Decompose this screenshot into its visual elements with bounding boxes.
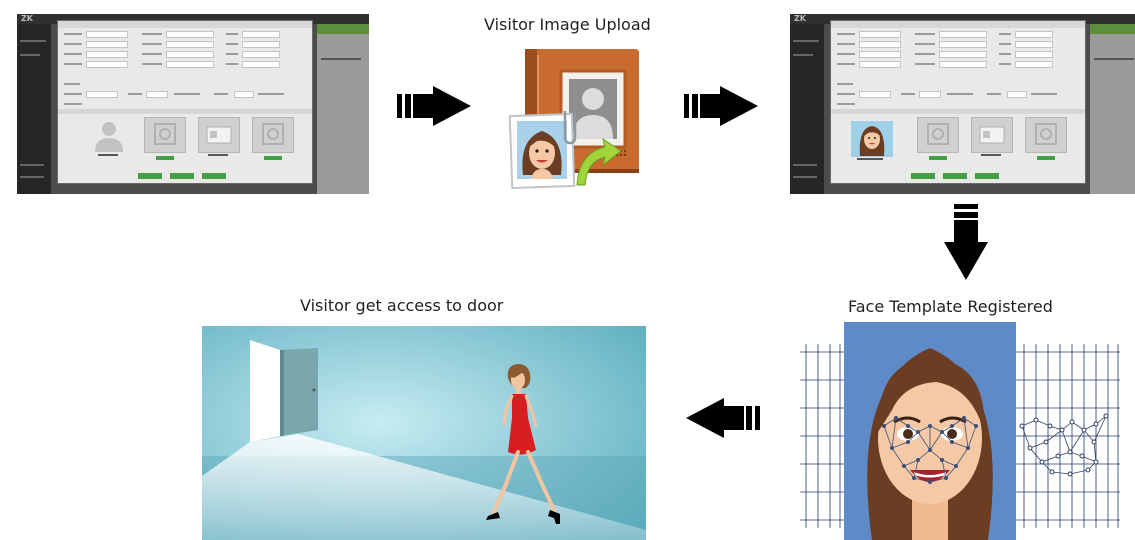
arrow-right-icon <box>684 86 758 126</box>
arrow-right-icon <box>397 86 471 126</box>
caption-visitor-image-upload: Visitor Image Upload <box>484 15 651 34</box>
uploaded-face-photo <box>851 121 893 157</box>
software-screenshot-after: ZK <box>790 14 1135 194</box>
caption-visitor-access-door: Visitor get access to door <box>300 296 504 315</box>
arrow-left-icon <box>686 398 760 438</box>
arrow-down-icon <box>944 204 988 280</box>
app-logo: ZK <box>21 14 33 23</box>
door-access-scene <box>202 326 646 540</box>
face-template-illustration <box>800 322 1120 540</box>
caption-face-template-registered: Face Template Registered <box>848 297 1053 316</box>
software-screenshot-before: ZK <box>17 14 369 194</box>
photo-album-icon <box>508 49 639 189</box>
app-logo: ZK <box>794 14 806 23</box>
